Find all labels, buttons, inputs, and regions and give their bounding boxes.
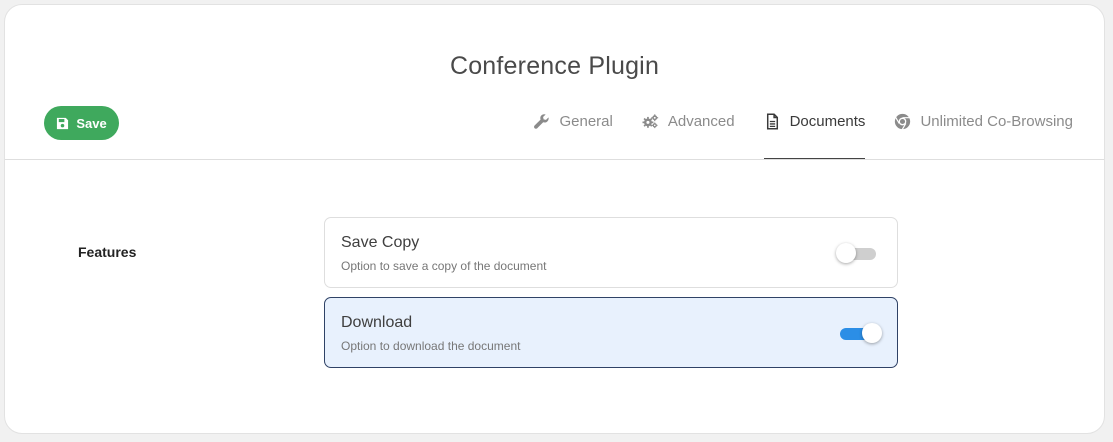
option-description: Option to save a copy of the document [341,259,547,273]
page-title: Conference Plugin [449,52,660,80]
floppy-disk-icon [56,117,69,130]
save-button[interactable]: Save [44,106,119,140]
option-description: Option to download the document [341,339,521,353]
save-button-label: Save [76,115,107,131]
tab-unlimited-co-browsing-label: Unlimited Co-Browsing [920,113,1073,130]
toggle-knob [836,243,856,263]
tab-general[interactable]: General [533,107,613,159]
download-toggle[interactable] [838,323,882,343]
document-icon [764,113,781,130]
option-title: Save Copy [341,234,420,251]
tab-general-label: General [559,113,613,130]
save-copy-toggle[interactable] [836,243,878,263]
toggle-knob [862,323,882,343]
tab-unlimited-co-browsing[interactable]: Unlimited Co-Browsing [894,107,1073,159]
tab-documents-label: Documents [789,113,866,130]
plugin-settings-card: Conference Plugin Save General Advanced … [4,4,1105,434]
option-download[interactable]: Download Option to download the document [324,297,898,368]
header-divider [5,159,1104,160]
tab-documents[interactable]: Documents [763,107,866,159]
tab-advanced-label: Advanced [667,113,735,130]
option-save-copy[interactable]: Save Copy Option to save a copy of the d… [324,217,898,288]
tab-advanced[interactable]: Advanced [642,107,735,159]
option-title: Download [341,314,413,331]
settings-tabs: General Advanced Documents Unlimited Co-… [504,107,1073,159]
chrome-icon [894,113,911,130]
wrench-icon [533,113,550,130]
gears-icon [642,113,659,130]
features-label: Features [78,244,137,260]
